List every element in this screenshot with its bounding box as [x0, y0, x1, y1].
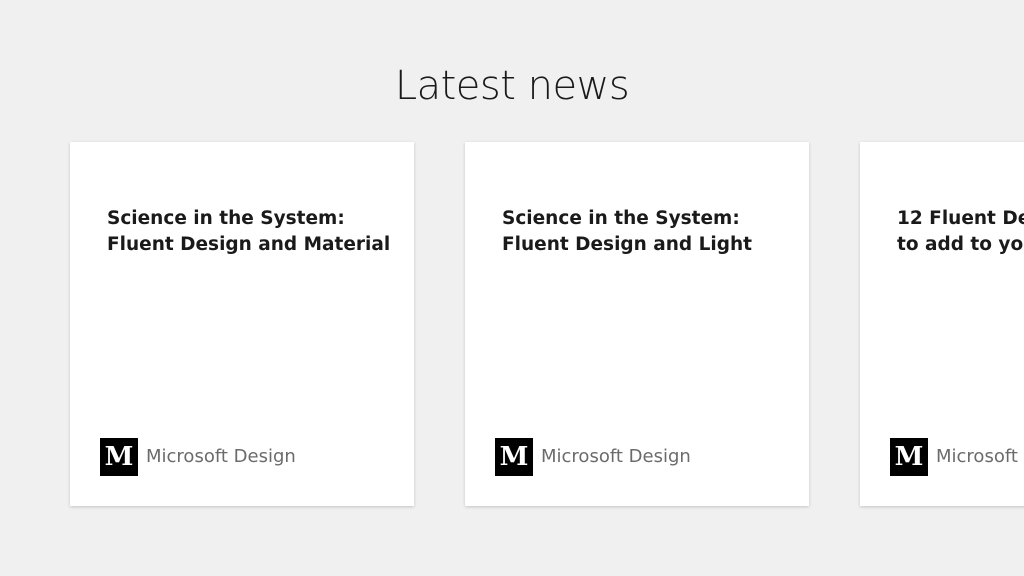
medium-logo-icon: M: [495, 437, 533, 476]
card-source: M Microsoft Design: [100, 437, 296, 476]
news-page: Latest news Science in the System: Fluen…: [0, 0, 1024, 576]
card-source: M Microsoft Design: [890, 437, 1024, 476]
medium-logo-icon: M: [100, 437, 138, 476]
card-title: 12 Fluent Design to add to your: [897, 208, 1024, 255]
news-card[interactable]: Science in the System: Fluent Design and…: [70, 142, 414, 506]
source-name: Microsoft Design: [936, 446, 1024, 467]
source-name: Microsoft Design: [541, 446, 691, 467]
card-title: Science in the System: Fluent Design and…: [502, 208, 752, 255]
source-name: Microsoft Design: [146, 446, 296, 467]
news-card[interactable]: Science in the System: Fluent Design and…: [465, 142, 809, 506]
card-source: M Microsoft Design: [495, 437, 691, 476]
news-card[interactable]: 12 Fluent Design to add to your M Micros…: [860, 142, 1024, 506]
card-title: Science in the System: Fluent Design and…: [107, 208, 391, 255]
medium-logo-icon: M: [890, 437, 928, 476]
news-carousel[interactable]: Science in the System: Fluent Design and…: [0, 0, 1024, 576]
